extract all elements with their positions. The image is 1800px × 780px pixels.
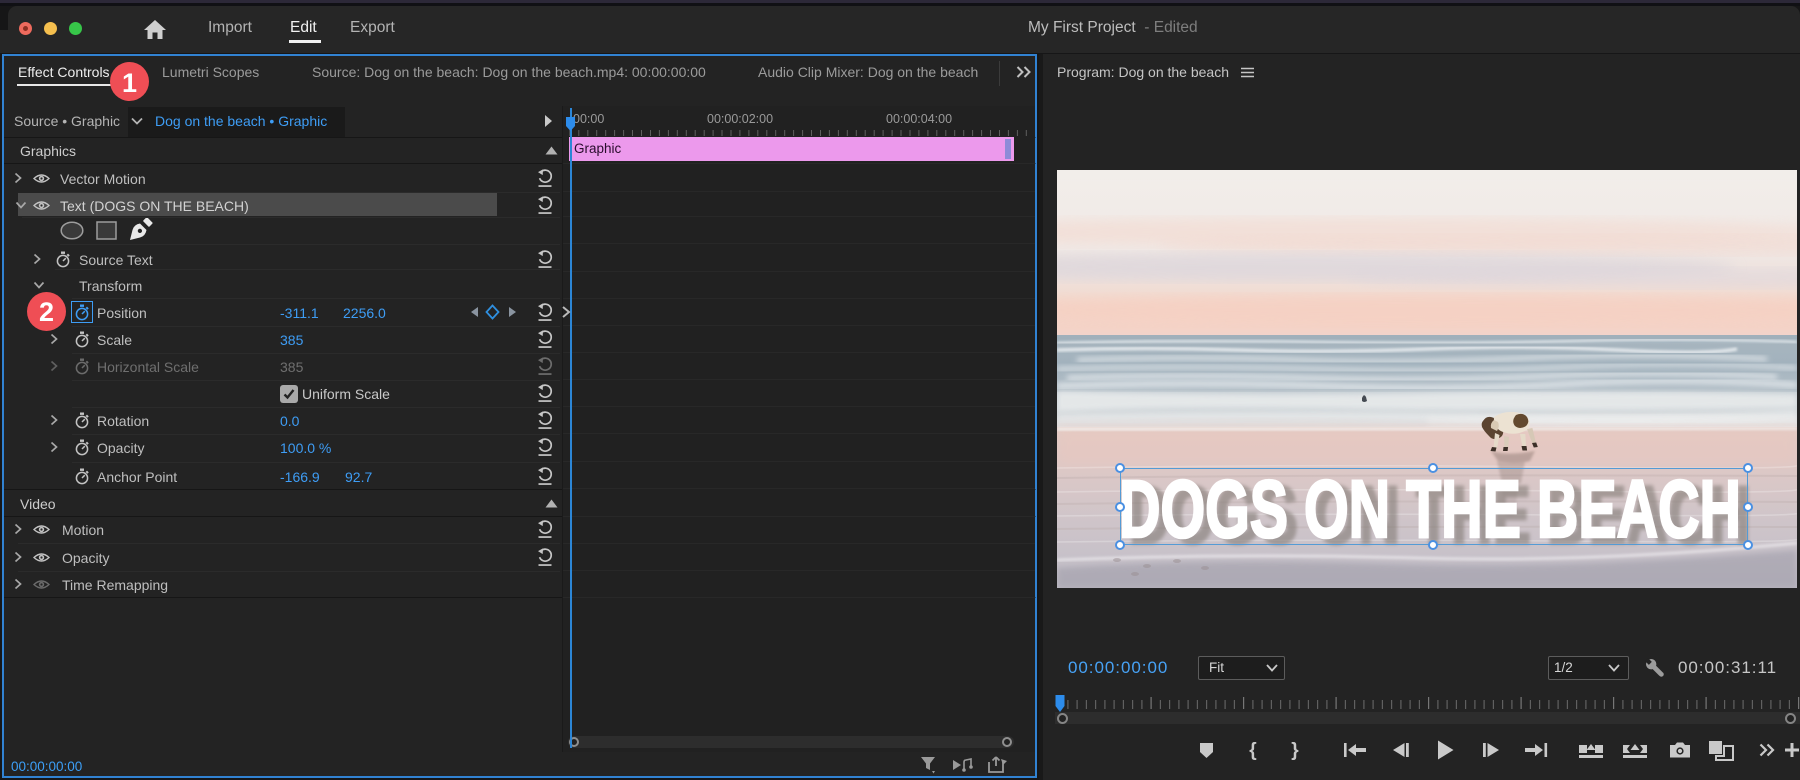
svg-text:{: { (1249, 740, 1256, 760)
svg-text:}: } (1291, 740, 1299, 760)
